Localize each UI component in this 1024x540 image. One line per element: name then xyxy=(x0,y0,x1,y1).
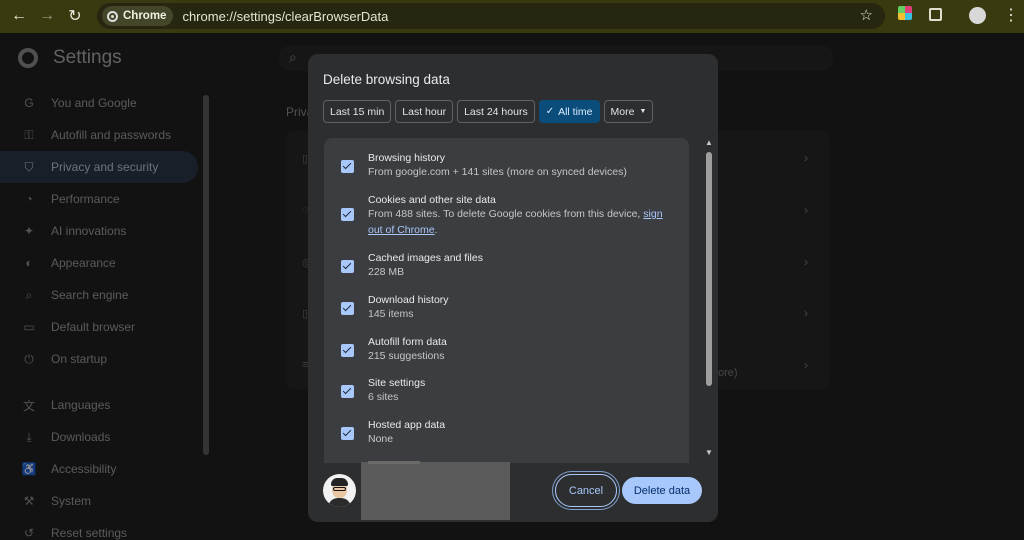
forward-button[interactable]: → xyxy=(33,2,61,30)
more-menu-icon[interactable]: ⋮ xyxy=(1003,5,1019,25)
scroll-up-arrow-icon[interactable]: ▲ xyxy=(705,138,713,147)
bookmark-star-icon[interactable]: ☆ xyxy=(860,6,873,24)
option-description: 145 items xyxy=(368,308,414,320)
option-description: From google.com + 141 sites (more on syn… xyxy=(368,166,627,178)
reload-button[interactable]: ↻ xyxy=(61,2,89,30)
browser-toolbar: ← → ↻ Chrome chrome://settings/clearBrow… xyxy=(0,0,1024,33)
option-description: 6 sites xyxy=(368,391,399,403)
option-description-text: From 488 sites. To delete Google cookies… xyxy=(368,208,644,220)
time-range-chips: Last 15 min Last hour Last 24 hours ✓ All… xyxy=(323,100,654,123)
address-bar[interactable]: Chrome chrome://settings/clearBrowserDat… xyxy=(97,3,885,29)
scroll-down-arrow-icon[interactable]: ▼ xyxy=(705,448,713,457)
dialog-scrollbar[interactable]: ▲ ▼ xyxy=(705,138,713,458)
avatar-glasses xyxy=(333,487,346,491)
caret-down-icon: ▼ xyxy=(639,108,647,115)
scrollbar-thumb[interactable] xyxy=(706,152,712,386)
extensions-puzzle-icon[interactable] xyxy=(929,8,942,21)
data-types-list: Browsing history From google.com + 141 s… xyxy=(324,138,689,463)
extension-colorful-icon[interactable] xyxy=(898,6,912,20)
option-title: Browsing history xyxy=(368,152,446,164)
delete-data-button[interactable]: Delete data xyxy=(622,477,702,504)
arrow-left-icon: ← xyxy=(11,7,27,24)
option-title: Download history xyxy=(368,294,449,306)
option-title: Autofill form data xyxy=(368,336,447,348)
download-history-checkbox[interactable] xyxy=(341,302,354,315)
range-label: Last 24 hours xyxy=(464,105,528,118)
site-chip-label: Chrome xyxy=(123,10,167,22)
delete-browsing-data-dialog: Delete browsing data Last 15 min Last ho… xyxy=(308,54,718,522)
option-description: 228 MB xyxy=(368,266,405,278)
range-label: Last hour xyxy=(402,105,447,118)
back-button[interactable]: ← xyxy=(5,2,33,30)
range-last-15-min[interactable]: Last 15 min xyxy=(323,100,392,123)
profile-avatar-icon[interactable] xyxy=(969,7,986,24)
option-description: None xyxy=(368,433,394,445)
range-last-24-hours[interactable]: Last 24 hours xyxy=(457,100,535,123)
avatar-body xyxy=(328,498,351,507)
chrome-logo-icon xyxy=(107,10,118,22)
reload-icon: ↻ xyxy=(68,8,82,25)
range-label: Last 15 min xyxy=(330,105,385,118)
site-settings-checkbox[interactable] xyxy=(341,385,354,398)
url-text: chrome://settings/clearBrowserData xyxy=(182,8,389,24)
range-all-time[interactable]: ✓ All time xyxy=(538,100,600,123)
cookies-checkbox[interactable] xyxy=(341,208,354,221)
browsing-history-checkbox[interactable] xyxy=(341,160,354,173)
arrow-right-icon: → xyxy=(39,7,55,24)
autofill-form-data-checkbox[interactable] xyxy=(341,344,354,357)
option-description: 215 suggestions xyxy=(368,350,445,362)
avatar-hair xyxy=(331,478,348,486)
range-label: More xyxy=(610,105,635,118)
account-avatar xyxy=(323,474,356,507)
redacted-account-info xyxy=(361,462,510,520)
cancel-button[interactable]: Cancel xyxy=(555,474,617,507)
option-description-end: . xyxy=(434,224,438,236)
option-title: Cookies and other site data xyxy=(368,194,496,206)
hosted-app-data-checkbox[interactable] xyxy=(341,427,354,440)
check-icon: ✓ xyxy=(545,106,555,117)
range-label: All time xyxy=(558,105,593,118)
dialog-title: Delete browsing data xyxy=(323,72,450,87)
option-title: Site settings xyxy=(368,377,426,389)
option-title: Hosted app data xyxy=(368,419,446,431)
redacted-account-info-edge xyxy=(368,461,420,464)
site-chip[interactable]: Chrome xyxy=(102,6,174,26)
option-description: From 488 sites. To delete Google cookies… xyxy=(368,206,668,238)
option-title: Cached images and files xyxy=(368,252,483,264)
range-more-dropdown[interactable]: More ▼ xyxy=(603,100,654,123)
range-last-hour[interactable]: Last hour xyxy=(395,100,454,123)
cached-images-checkbox[interactable] xyxy=(341,260,354,273)
